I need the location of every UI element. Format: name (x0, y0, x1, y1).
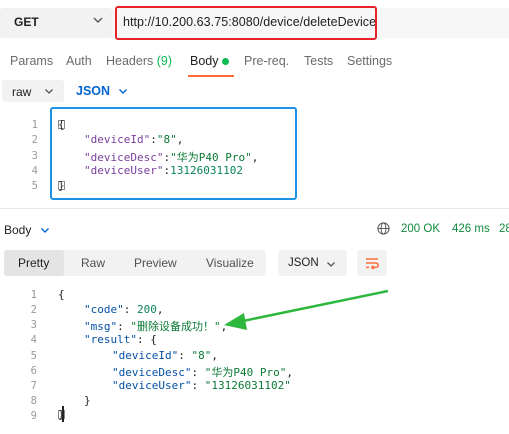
response-size[interactable]: 28 (499, 223, 509, 235)
wrap-lines-icon (366, 258, 379, 270)
tab-headers-label: Headers (106, 54, 154, 68)
tab-tests[interactable]: Tests (304, 54, 333, 68)
chevron-down-icon (327, 262, 335, 267)
line-number: 8 (30, 395, 37, 407)
method-label: GET (14, 15, 39, 29)
view-raw[interactable]: Raw (81, 256, 105, 270)
response-result-close: } (84, 394, 91, 407)
line-number: 4 (31, 165, 38, 177)
body-active-dot (222, 58, 229, 65)
view-visualize[interactable]: Visualize (206, 256, 254, 270)
request-body-highlight-annotation (50, 107, 297, 200)
line-number: 1 (31, 119, 38, 131)
response-line-code: "code": 200, (84, 303, 164, 316)
line-number: 3 (30, 319, 37, 331)
response-line-deviceUser: "deviceUser": "13126031102" (112, 379, 291, 392)
url-highlight-annotation (115, 6, 377, 40)
response-line-msg: "msg": "删除设备成功！", (84, 320, 228, 333)
response-line-deviceId: "deviceId": "8", (112, 349, 218, 362)
response-format-label: JSON (288, 257, 319, 269)
tab-params[interactable]: Params (10, 54, 53, 68)
body-type-label: raw (12, 85, 32, 99)
tab-headers[interactable]: Headers (9) (106, 54, 172, 68)
view-pretty[interactable]: Pretty (18, 256, 49, 270)
body-format-label[interactable]: JSON (76, 84, 110, 98)
response-line-deviceDesc: "deviceDesc": "华为P40 Pro", (112, 366, 293, 379)
text-cursor (62, 406, 64, 422)
divider (0, 208, 509, 209)
status-code[interactable]: 200 OK (401, 223, 440, 235)
line-number: 2 (30, 304, 37, 316)
tab-body-underline (188, 75, 234, 77)
chevron-down-icon[interactable] (118, 86, 128, 96)
response-line-result: "result": { (84, 333, 157, 346)
response-time[interactable]: 426 ms (452, 223, 490, 235)
line-number: 9 (30, 410, 37, 422)
line-number: 5 (30, 350, 37, 362)
view-preview[interactable]: Preview (134, 256, 177, 270)
chevron-down-icon[interactable] (40, 225, 50, 235)
response-body-viewer[interactable] (0, 284, 509, 434)
headers-count: (9) (156, 54, 173, 68)
line-number: 7 (30, 380, 37, 392)
globe-icon[interactable] (377, 222, 390, 235)
line-number: 1 (30, 289, 37, 301)
tab-prereq[interactable]: Pre-req. (244, 54, 289, 68)
line-number: 3 (31, 150, 38, 162)
line-number: 2 (31, 134, 38, 146)
response-body-label[interactable]: Body (4, 223, 31, 237)
line-number: 6 (30, 365, 37, 377)
tab-body[interactable]: Body (190, 54, 219, 68)
chevron-down-icon[interactable] (92, 14, 104, 26)
line-number: 4 (30, 334, 37, 346)
chevron-down-icon (45, 89, 53, 94)
tab-settings[interactable]: Settings (347, 54, 392, 68)
line-number: 5 (31, 180, 38, 192)
tab-auth[interactable]: Auth (66, 54, 92, 68)
response-open-brace: { (58, 288, 65, 301)
